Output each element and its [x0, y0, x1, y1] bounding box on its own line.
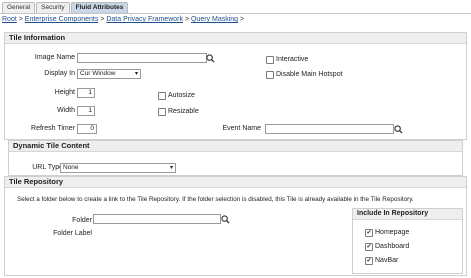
event-name-input[interactable]	[265, 124, 394, 134]
url-type-value: None	[63, 164, 79, 171]
tile-information-title: Tile Information	[5, 33, 466, 44]
image-name-input[interactable]	[77, 53, 207, 63]
homepage-checkbox[interactable]: ✔	[365, 229, 373, 237]
display-in-label: Display In	[44, 70, 75, 77]
resizable-label: Resizable	[168, 108, 199, 115]
folder-label-label: Folder Label	[53, 230, 92, 237]
disable-main-hotspot-checkbox[interactable]	[266, 71, 274, 79]
dashboard-label: Dashboard	[375, 243, 410, 250]
breadcrumb-root-link[interactable]: Root	[2, 16, 17, 23]
breadcrumb-separator: >	[18, 16, 23, 23]
dynamic-tile-content-section: Dynamic Tile Content URL Type None ▾	[8, 140, 463, 176]
display-in-value: Cur Window	[80, 70, 116, 77]
tile-repository-instructions: Select a folder below to create a link t…	[17, 196, 414, 203]
height-input[interactable]: 1	[77, 88, 95, 98]
breadcrumb-data-privacy-link[interactable]: Data Privacy Framework	[106, 16, 183, 23]
event-name-label: Event Name	[222, 125, 261, 132]
homepage-label: Homepage	[375, 229, 410, 236]
folder-label: Folder	[72, 217, 92, 224]
include-in-repository-box: Include In Repository ✔ Homepage ✔ Dashb…	[352, 208, 463, 274]
tile-repository-section: Tile Repository Select a folder below to…	[4, 176, 467, 276]
width-input[interactable]: 1	[77, 106, 95, 116]
url-type-select[interactable]: None ▾	[60, 163, 176, 173]
chevron-down-icon: ▾	[169, 165, 173, 171]
disable-main-hotspot-label: Disable Main Hotspot	[276, 71, 343, 78]
height-label: Height	[54, 89, 75, 96]
folder-lookup-icon[interactable]	[221, 215, 230, 224]
autosize-label: Autosize	[168, 92, 195, 99]
breadcrumb-query-masking-link[interactable]: Query Masking	[191, 16, 238, 23]
refresh-timer-input[interactable]: 0	[77, 124, 97, 134]
interactive-label: Interactive	[276, 56, 309, 63]
event-name-lookup-icon[interactable]	[394, 125, 403, 134]
tab-fluid-attributes[interactable]: Fluid Attributes	[70, 2, 129, 13]
tile-repository-title: Tile Repository	[5, 177, 466, 188]
navbar-checkbox[interactable]: ✔	[365, 257, 373, 265]
autosize-checkbox[interactable]	[158, 92, 166, 100]
folder-input[interactable]	[93, 214, 221, 224]
include-in-repository-title: Include In Repository	[353, 209, 462, 220]
interactive-checkbox[interactable]	[266, 56, 274, 64]
image-name-label: Image Name	[34, 54, 75, 61]
refresh-timer-label: Refresh Timer	[31, 125, 75, 132]
tab-divider	[0, 13, 471, 14]
tab-security[interactable]: Security	[36, 2, 70, 13]
url-type-label: URL Type	[32, 164, 63, 171]
tile-information-section: Tile Information Image Name Interactive …	[4, 32, 467, 140]
breadcrumb-separator: >	[184, 16, 190, 23]
display-in-select[interactable]: Cur Window ▾	[77, 69, 141, 79]
chevron-down-icon: ▾	[134, 71, 138, 77]
image-name-lookup-icon[interactable]	[206, 54, 215, 63]
dynamic-tile-content-title: Dynamic Tile Content	[9, 141, 462, 152]
breadcrumb: Root > Enterprise Components > Data Priv…	[2, 16, 244, 23]
dashboard-checkbox[interactable]: ✔	[365, 243, 373, 251]
tab-bar: General Security Fluid Attributes	[2, 2, 129, 13]
breadcrumb-enterprise-components-link[interactable]: Enterprise Components	[25, 16, 99, 23]
tab-general[interactable]: General	[2, 2, 36, 13]
breadcrumb-separator: >	[100, 16, 105, 23]
resizable-checkbox[interactable]	[158, 108, 166, 116]
breadcrumb-separator: >	[240, 16, 245, 23]
width-label: Width	[57, 107, 75, 114]
navbar-label: NavBar	[375, 257, 399, 264]
